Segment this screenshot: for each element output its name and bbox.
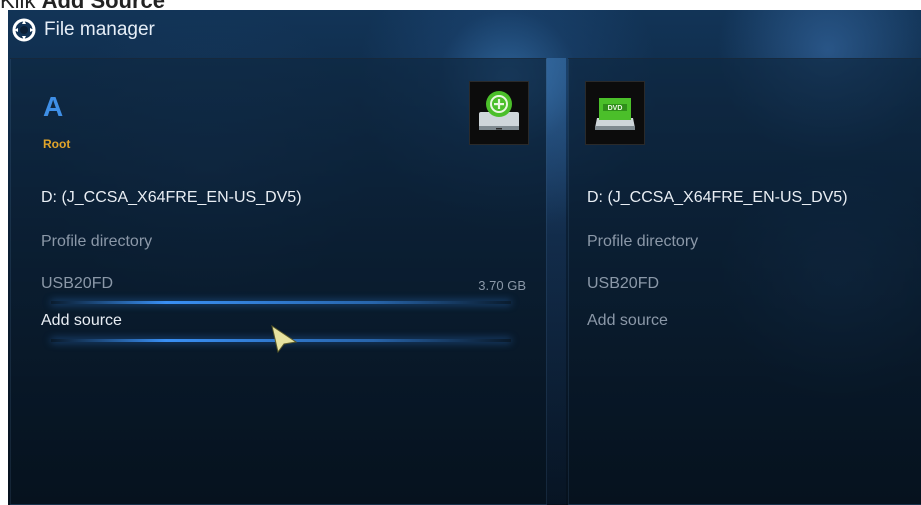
dvd-drive-icon-svg: DVD xyxy=(595,98,635,130)
page-title: File manager xyxy=(44,19,155,40)
drive-letter: A xyxy=(43,91,64,122)
list-item[interactable]: USB20FD xyxy=(587,275,659,293)
selection-highlight-top xyxy=(51,301,511,304)
add-drive-icon-svg xyxy=(479,91,519,130)
item-size: 3.70 GB xyxy=(478,278,526,293)
file-manager-window: File manager A Root D: (J_CCSA_X64FRE_EN… xyxy=(8,10,921,505)
drive-label: Root xyxy=(43,137,71,151)
left-file-panel: A Root D: (J_CCSA_X64FRE_EN-US_DV5) Prof… xyxy=(10,58,547,505)
list-item[interactable]: Profile directory xyxy=(587,233,698,251)
dvd-drive-icon: DVD xyxy=(585,81,645,145)
svg-text:DVD: DVD xyxy=(608,105,623,112)
panel-divider xyxy=(546,58,566,505)
mouse-cursor-icon xyxy=(271,324,298,354)
header: File manager xyxy=(8,10,921,50)
list-item[interactable]: D: (J_CCSA_X64FRE_EN-US_DV5) xyxy=(587,189,848,207)
list-item[interactable]: Profile directory xyxy=(41,233,152,251)
kodi-logo-icon xyxy=(12,18,36,42)
add-source-item[interactable]: Add source xyxy=(41,312,122,330)
list-item[interactable]: USB20FD xyxy=(41,275,113,293)
list-item[interactable]: D: (J_CCSA_X64FRE_EN-US_DV5) xyxy=(41,189,302,207)
add-drive-icon xyxy=(469,81,529,145)
right-file-panel: DVD D: (J_CCSA_X64FRE_EN-US_DV5) Profile… xyxy=(568,58,921,505)
add-source-item[interactable]: Add source xyxy=(587,312,668,330)
